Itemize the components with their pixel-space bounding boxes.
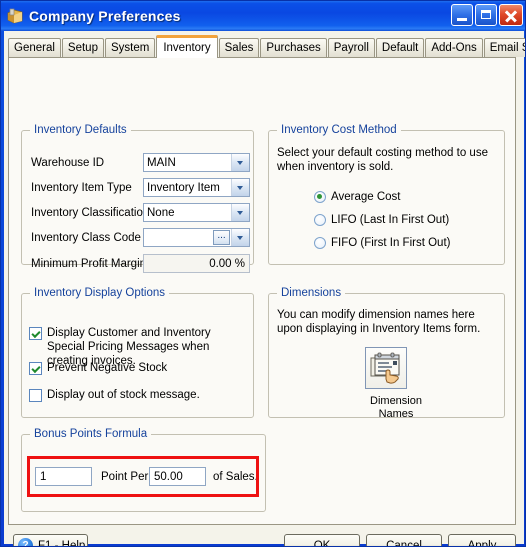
radio-label-average-cost: Average Cost bbox=[331, 191, 401, 203]
cancel-button-label: Cancel bbox=[386, 539, 422, 547]
maximize-button[interactable] bbox=[475, 4, 497, 26]
bonus-points-middle-label: Point Per bbox=[101, 471, 149, 483]
maximize-icon bbox=[481, 10, 491, 19]
inventory-defaults-legend: Inventory Defaults bbox=[30, 124, 131, 136]
close-button[interactable] bbox=[499, 4, 523, 26]
dimension-names-icon bbox=[369, 351, 403, 385]
inventory-cost-method-legend: Inventory Cost Method bbox=[277, 124, 401, 136]
tab-system[interactable]: System bbox=[104, 38, 156, 57]
dimension-names-button[interactable] bbox=[365, 347, 407, 389]
minimum-profit-margin-label: Minimum Profit Margin bbox=[31, 258, 147, 270]
inventory-item-type-select[interactable]: Inventory Item bbox=[143, 178, 250, 197]
warehouse-id-value: MAIN bbox=[147, 156, 176, 169]
bonus-points-value: 1 bbox=[40, 470, 47, 483]
radio-label-lifo: LIFO (Last In First Out) bbox=[331, 214, 450, 226]
checkbox-indicator-display-out-of-stock[interactable] bbox=[29, 389, 42, 402]
question-mark-icon: ? bbox=[18, 538, 33, 546]
ok-button-label: OK bbox=[313, 539, 331, 547]
app-box-icon bbox=[7, 8, 23, 24]
dimension-names-caption-line2: Names bbox=[378, 408, 414, 420]
bonus-sales-amount-input[interactable]: 50.00 bbox=[149, 467, 206, 486]
inventory-display-options-legend: Inventory Display Options bbox=[30, 287, 170, 299]
bonus-points-trailing-label: of Sales. bbox=[213, 471, 258, 483]
window-controls bbox=[451, 4, 523, 26]
radio-indicator-lifo[interactable] bbox=[314, 214, 326, 226]
inventory-tab-page: Inventory Defaults Warehouse ID MAIN Inv… bbox=[8, 57, 516, 525]
inventory-item-type-label: Inventory Item Type bbox=[31, 182, 132, 194]
lookup-ellipsis-icon[interactable]: ... bbox=[213, 230, 230, 245]
minimum-profit-margin-value: 0.00 % bbox=[209, 257, 245, 270]
warehouse-id-select[interactable]: MAIN bbox=[143, 153, 250, 172]
minimize-icon bbox=[457, 18, 467, 21]
tab-payroll[interactable]: Payroll bbox=[327, 38, 375, 57]
dialog-client-area: General Setup System Inventory Sales Pur… bbox=[4, 31, 525, 547]
minimum-profit-margin-field[interactable]: 0.00 % bbox=[143, 254, 250, 273]
inventory-classification-select[interactable]: None bbox=[143, 203, 250, 222]
radio-indicator-average-cost[interactable] bbox=[314, 191, 326, 203]
checkbox-indicator-display-special-pricing[interactable] bbox=[29, 327, 42, 340]
window-title: Company Preferences bbox=[29, 8, 181, 24]
radio-indicator-fifo[interactable] bbox=[314, 237, 326, 249]
tab-setup[interactable]: Setup bbox=[61, 38, 104, 57]
chevron-down-icon[interactable] bbox=[231, 179, 249, 196]
cancel-button[interactable]: Cancel bbox=[366, 534, 442, 547]
ok-button[interactable]: OK bbox=[284, 534, 360, 547]
inventory-class-code-label: Inventory Class Code bbox=[31, 232, 141, 244]
apply-button-label: Apply bbox=[467, 539, 497, 547]
chevron-down-icon[interactable] bbox=[231, 229, 249, 246]
dimensions-legend: Dimensions bbox=[277, 287, 346, 299]
tab-strip: General Setup System Inventory Sales Pur… bbox=[8, 35, 525, 58]
chevron-down-icon[interactable] bbox=[231, 204, 249, 221]
minimize-button[interactable] bbox=[451, 4, 473, 26]
dimensions-description: You can modify dimension names here upon… bbox=[277, 309, 481, 335]
checkbox-display-out-of-stock[interactable]: Display out of stock message. bbox=[29, 388, 244, 402]
help-button[interactable]: ? F1 - Help bbox=[13, 534, 88, 547]
tab-purchases[interactable]: Purchases bbox=[260, 38, 327, 57]
bonus-points-input[interactable]: 1 bbox=[35, 467, 92, 486]
inventory-classification-value: None bbox=[147, 206, 175, 219]
tab-default[interactable]: Default bbox=[375, 38, 425, 57]
inventory-item-type-value: Inventory Item bbox=[147, 181, 220, 194]
tab-sales[interactable]: Sales bbox=[218, 38, 260, 57]
inventory-class-code-select[interactable]: ... bbox=[143, 228, 250, 247]
title-bar[interactable]: Company Preferences bbox=[1, 1, 525, 31]
checkbox-indicator-prevent-negative-stock[interactable] bbox=[29, 362, 42, 375]
radio-lifo[interactable]: LIFO (Last In First Out) bbox=[314, 214, 449, 226]
bonus-sales-amount-value: 50.00 bbox=[154, 470, 183, 483]
radio-label-fifo: FIFO (First In First Out) bbox=[331, 237, 451, 249]
chevron-down-icon[interactable] bbox=[231, 154, 249, 171]
cost-method-description: Select your default costing method to us… bbox=[277, 147, 488, 173]
tab-add-ons[interactable]: Add-Ons bbox=[425, 38, 483, 57]
dimension-names-caption-line1: Dimension bbox=[370, 395, 422, 407]
checkbox-label-prevent-negative-stock: Prevent Negative Stock bbox=[47, 362, 168, 374]
apply-button[interactable]: Apply bbox=[448, 534, 516, 547]
radio-average-cost[interactable]: Average Cost bbox=[314, 191, 400, 203]
company-preferences-dialog: Company Preferences General Setup System… bbox=[0, 0, 526, 547]
radio-fifo[interactable]: FIFO (First In First Out) bbox=[314, 237, 450, 249]
tab-email-setup[interactable]: Email Setup bbox=[483, 38, 525, 57]
tab-inventory[interactable]: Inventory bbox=[156, 35, 218, 58]
help-button-label: F1 - Help bbox=[38, 539, 86, 547]
checkbox-prevent-negative-stock[interactable]: Prevent Negative Stock bbox=[29, 361, 244, 375]
checkbox-label-display-out-of-stock: Display out of stock message. bbox=[47, 389, 200, 401]
inventory-classification-label: Inventory Classification bbox=[31, 207, 150, 219]
tab-general[interactable]: General bbox=[8, 38, 61, 57]
bonus-points-formula-legend: Bonus Points Formula bbox=[30, 428, 152, 440]
warehouse-id-label: Warehouse ID bbox=[31, 157, 105, 169]
